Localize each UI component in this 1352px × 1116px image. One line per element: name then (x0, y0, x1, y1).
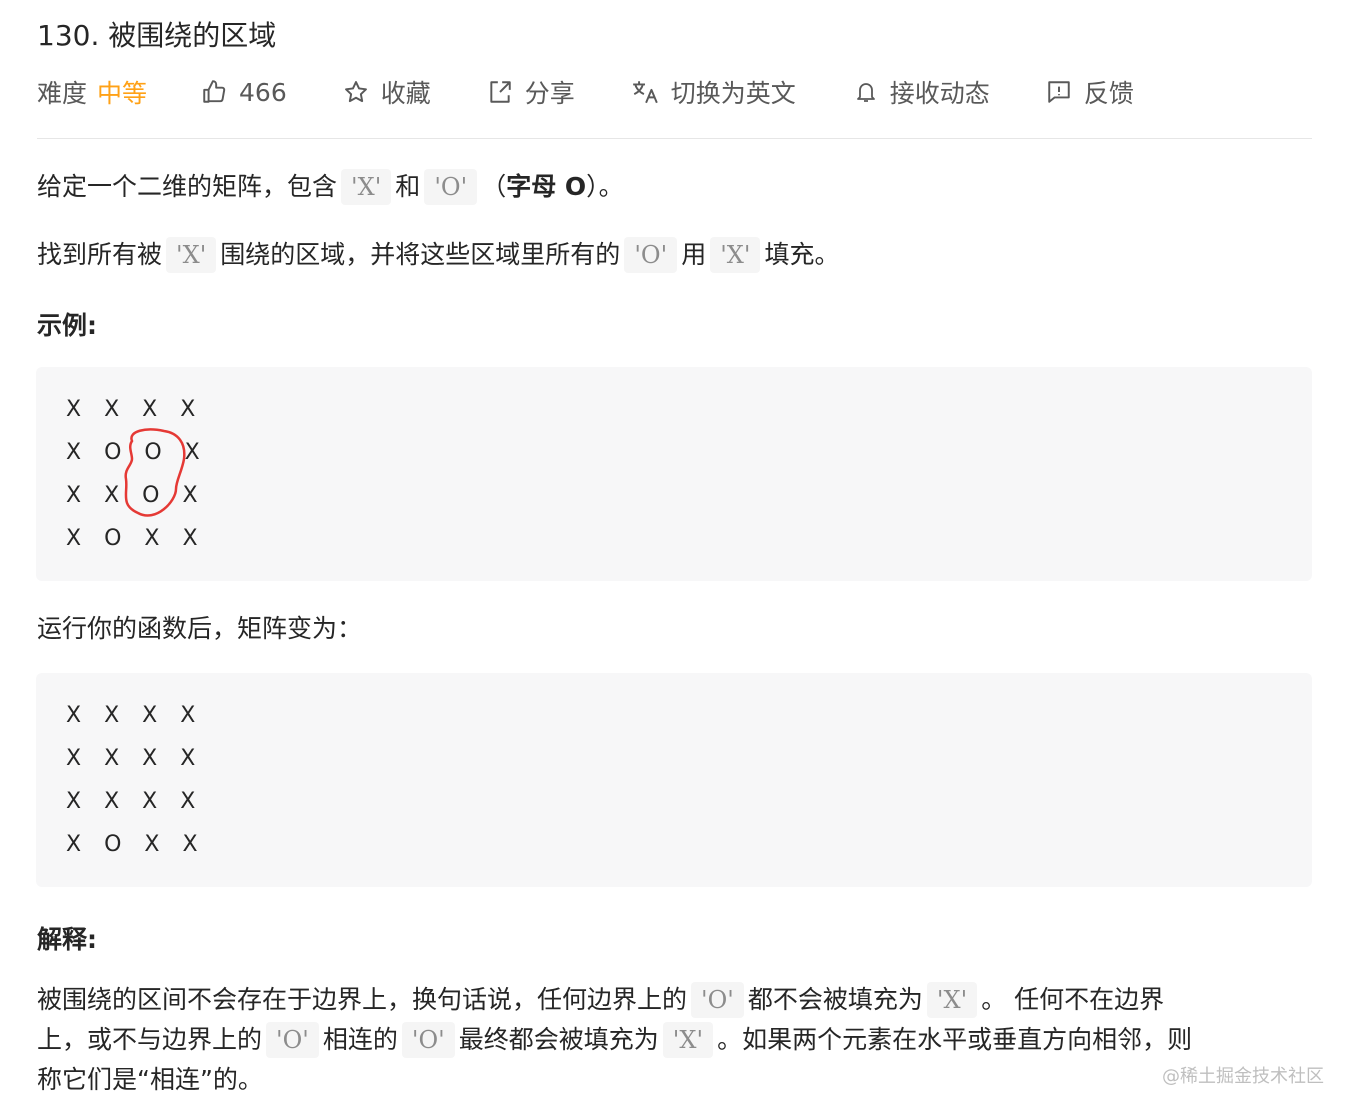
bold-text: 字母 O (506, 172, 587, 201)
text: 和 (395, 172, 421, 201)
feedback-button[interactable]: 反馈 (1046, 74, 1134, 110)
explanation-line-2: 上，或不与边界上的 'O' 相连的 'O' 最终都会被填充为 'X' 。如果两个元素在水平或… (37, 1020, 1192, 1060)
divider (37, 138, 1312, 139)
difficulty-value: 中等 (97, 79, 148, 108)
share-icon (490, 81, 511, 103)
inline-code: 'O' (266, 1022, 319, 1058)
hand-drawn-circle-annotation (124, 428, 186, 517)
like-button[interactable]: 466 (201, 78, 287, 107)
text: 找到所有被 (37, 240, 163, 269)
thumbs-up-icon (203, 80, 226, 103)
text: 围绕的区域，并将这些区域里所有的 (220, 240, 621, 269)
text: （ (481, 172, 507, 201)
inline-code: 'X' (662, 1022, 714, 1058)
bell-icon (856, 83, 875, 102)
switch-language-label: 切换为英文 (670, 79, 796, 108)
explanation-heading: 解释: (37, 925, 97, 954)
star-icon (344, 81, 367, 103)
share-label: 分享 (524, 79, 575, 108)
toolbar: 难度 中等 466 收藏 分享 切换为英文 接收动态 反馈 (37, 72, 1134, 112)
subscribe-button[interactable]: 接收动态 (854, 74, 990, 110)
feedback-label: 反馈 (1083, 79, 1134, 108)
matrix-row: X O X X (66, 832, 204, 857)
difficulty: 难度 中等 (37, 74, 147, 110)
explanation-line-3: 称它们是“相连”的。 (37, 1065, 263, 1094)
favorite-button[interactable]: 收藏 (343, 74, 431, 110)
text: 填充。 (764, 240, 840, 269)
matrix-row: X X X X (66, 703, 202, 728)
description-paragraph-1: 给定一个二维的矩阵，包含 'X' 和 'O' （字母 O）。 (37, 167, 624, 207)
translate-icon (632, 81, 658, 104)
feedback-icon (1048, 81, 1070, 103)
description-paragraph-2: 找到所有被 'X' 围绕的区域，并将这些区域里所有的 'O' 用 'X' 填充。 (37, 235, 840, 275)
example-after-block: X X X X X X X X X X X X X O X X (36, 673, 1312, 887)
inline-code: 'O' (401, 1022, 455, 1058)
inline-code: 'O' (691, 982, 744, 1018)
page-title: 130. 被围绕的区域 (37, 19, 277, 52)
text: 用 (681, 240, 707, 269)
text: 都不会被填充为 (747, 985, 923, 1014)
favorite-label: 收藏 (380, 79, 431, 108)
inline-code: 'X' (341, 169, 392, 205)
after-text: 运行你的函数后，矩阵变为： (37, 614, 363, 643)
like-count: 466 (239, 77, 287, 107)
matrix-row: X X X X (66, 746, 202, 771)
text: ）。 (586, 172, 624, 201)
subscribe-label: 接收动态 (889, 79, 990, 108)
example-heading: 示例: (37, 311, 97, 340)
inline-code: 'O' (624, 237, 678, 273)
text: 最终都会被填充为 (458, 1025, 659, 1054)
text: 。如果两个元素在水平或垂直方向相邻，则 (717, 1025, 1193, 1054)
explanation-line-1: 被围绕的区间不会存在于边界上，换句话说，任何边界上的 'O' 都不会被填充为 'X'。… (37, 980, 1164, 1020)
text: 上，或不与边界上的 (37, 1025, 263, 1054)
switch-language-button[interactable]: 切换为英文 (631, 74, 796, 110)
difficulty-label: 难度 (37, 79, 88, 108)
share-button[interactable]: 分享 (487, 74, 575, 110)
inline-code: 'X' (926, 982, 978, 1018)
inline-code: 'O' (424, 169, 478, 205)
text: 相连的 (322, 1025, 398, 1054)
example-before-block: X X X X X O O X X X O X X O X X (36, 367, 1312, 581)
watermark: @稀土掘金技术社区 (1162, 1066, 1324, 1087)
text: 给定一个二维的矩阵，包含 (37, 172, 338, 201)
inline-code: 'X' (166, 237, 217, 273)
inline-code: 'X' (710, 237, 761, 273)
text: 。 任何不在边界 (981, 985, 1165, 1014)
matrix-row: X X X X (66, 789, 202, 814)
text: 被围绕的区间不会存在于边界上，换句话说，任何边界上的 (37, 985, 688, 1014)
